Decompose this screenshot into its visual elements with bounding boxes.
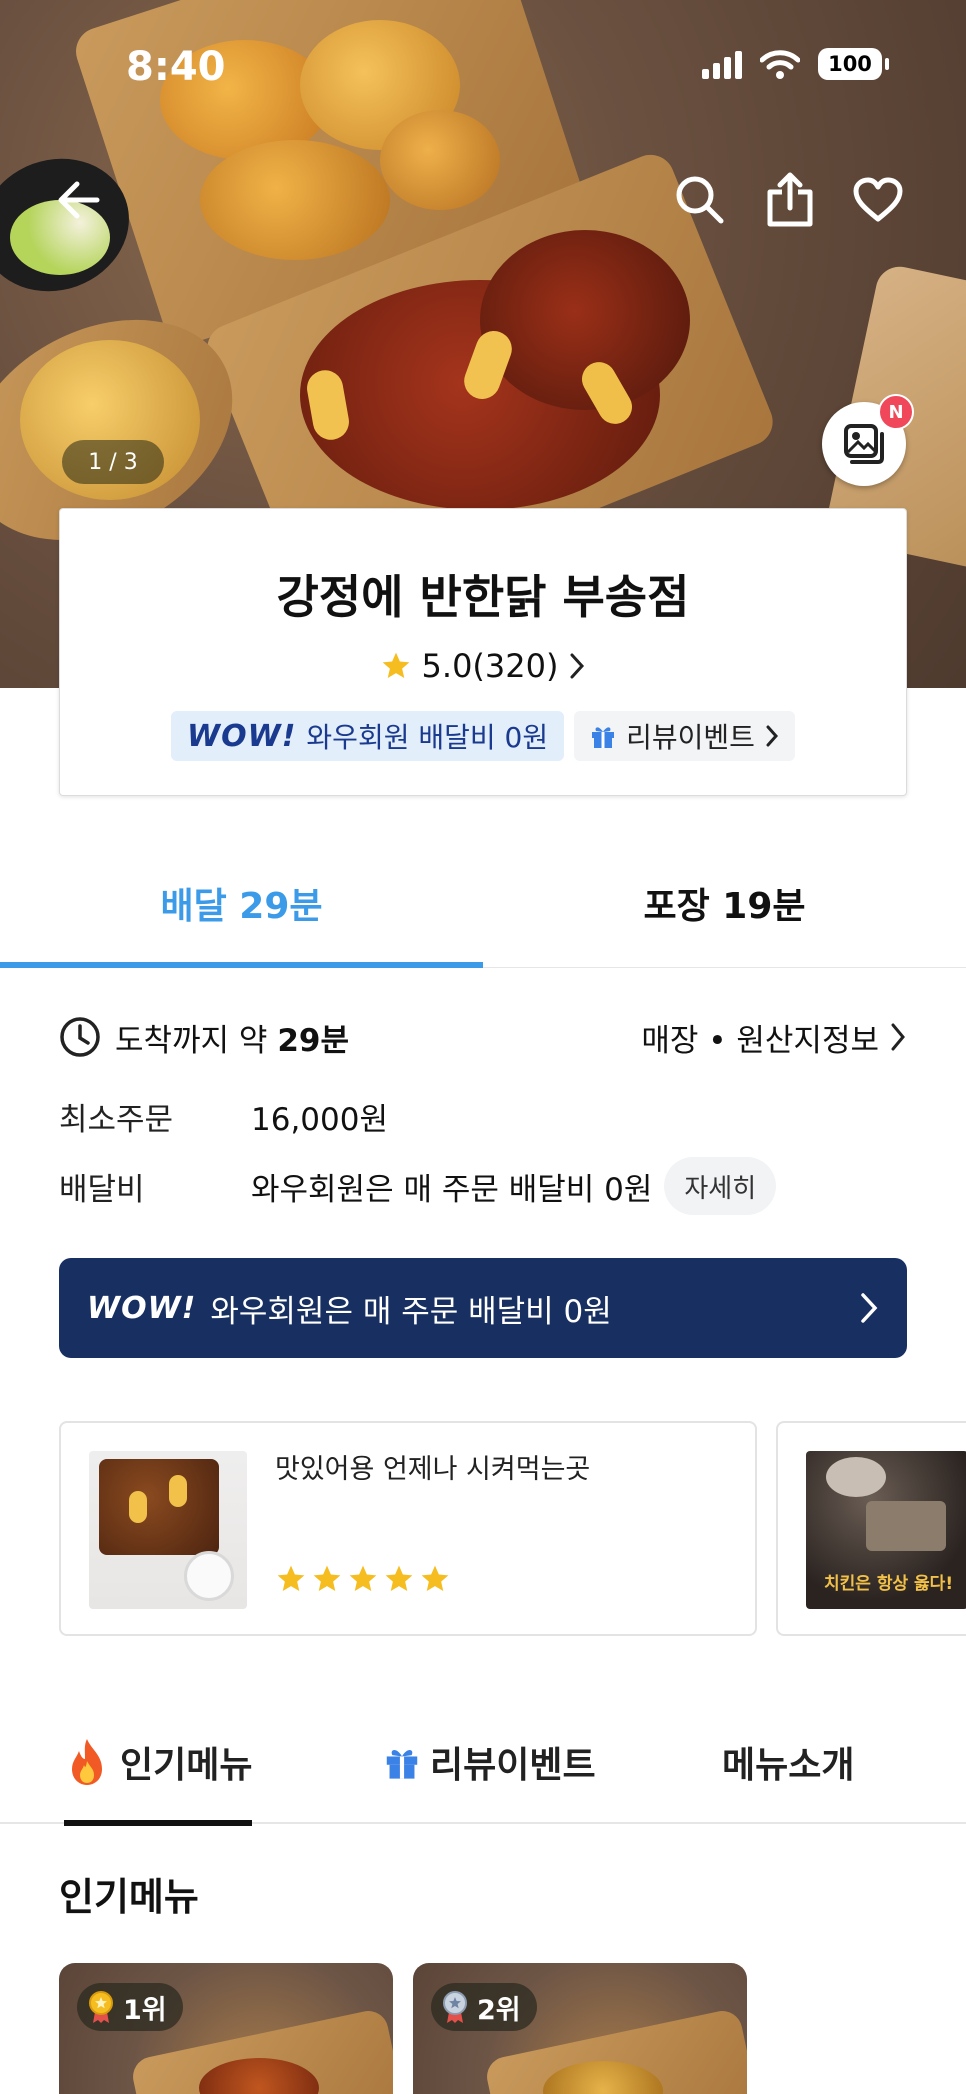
wow-logo: WOW! xyxy=(187,718,297,754)
star-icon xyxy=(349,1565,377,1591)
star-icon xyxy=(382,652,409,678)
photo-gallery-icon xyxy=(844,424,884,464)
wow-logo: WOW! xyxy=(87,1290,197,1326)
rank-label: 1위 xyxy=(123,1994,167,2026)
tab-pickup[interactable]: 포장 19분 xyxy=(483,838,966,967)
review-event-label: 리뷰이벤트 xyxy=(626,721,755,754)
back-button[interactable] xyxy=(50,172,106,228)
wow-badge-label: 와우회원 배달비 0원 xyxy=(306,721,549,754)
chevron-right-icon xyxy=(766,725,778,747)
chevron-right-icon xyxy=(891,1023,905,1051)
star-icon xyxy=(421,1565,449,1591)
delivery-info: 도착까지 약 29분 매장 • 원산지정보 최소주문 16,000원 배달비 와… xyxy=(59,1010,907,1218)
chevron-right-icon xyxy=(570,653,585,679)
delivery-fee-label: 배달비 xyxy=(59,1171,145,1208)
wifi-icon xyxy=(760,50,800,79)
fire-icon xyxy=(72,1739,102,1785)
search-icon xyxy=(676,176,724,224)
gold-medal-icon xyxy=(89,1991,113,2023)
delivery-fee-value: 와우회원은 매 주문 배달비 0원 xyxy=(251,1171,653,1208)
chevron-right-icon xyxy=(861,1293,878,1323)
heart-icon xyxy=(853,177,903,222)
review-event-badge[interactable]: 리뷰이벤트 xyxy=(574,711,795,761)
new-badge: N xyxy=(878,394,914,430)
min-order-value: 16,000원 xyxy=(251,1101,388,1138)
menu-section-tabs: 인기메뉴 리뷰이벤트 메뉴소개 xyxy=(0,1700,966,1826)
rank-badge: 2위 xyxy=(431,1983,537,2031)
tab-review-event[interactable]: 리뷰이벤트 xyxy=(384,1700,596,1824)
tab-popular-menu[interactable]: 인기메뉴 xyxy=(64,1700,253,1826)
battery-icon: 100 xyxy=(818,48,889,80)
tab-delivery[interactable]: 배달 29분 xyxy=(0,838,483,968)
review-count: (320) xyxy=(472,647,559,685)
review-photo xyxy=(89,1451,247,1609)
star-icon xyxy=(313,1565,341,1591)
review-star-rating xyxy=(275,1563,451,1595)
search-button[interactable] xyxy=(672,172,728,228)
silver-medal-icon xyxy=(443,1991,467,2023)
store-name: 강정에 반한닭 부송점 xyxy=(276,570,690,624)
favorite-button[interactable] xyxy=(850,172,906,228)
store-info-card: 강정에 반한닭 부송점 5.0(320) WOW! 와우회원 배달비 0원 리뷰… xyxy=(59,508,907,796)
menu-item-card[interactable]: 2위 xyxy=(413,1963,747,2094)
arrival-prefix: 도착까지 약 xyxy=(115,1022,278,1059)
min-order-label: 최소주문 xyxy=(59,1101,174,1138)
fried-chicken xyxy=(200,140,390,260)
photo-counter: 1 / 3 xyxy=(62,440,164,484)
tab-review-event-label: 리뷰이벤트 xyxy=(430,1745,596,1786)
review-card[interactable]: 맛있어용 언제나 시켜먹는곳 xyxy=(59,1421,757,1636)
status-time: 8:40 xyxy=(126,44,226,90)
tab-menu-intro[interactable]: 메뉴소개 xyxy=(722,1700,854,1824)
delivery-mode-tabs: 배달 29분 포장 19분 xyxy=(0,838,966,968)
review-photo-caption: 치킨은 항상 옳다! xyxy=(824,1574,954,1594)
wow-free-delivery-badge[interactable]: WOW! 와우회원 배달비 0원 xyxy=(171,711,565,761)
delivery-fee-detail-button[interactable]: 자세히 xyxy=(664,1157,777,1215)
rank-label: 2위 xyxy=(477,1994,521,2026)
gift-icon xyxy=(592,727,615,748)
tab-menu-intro-label: 메뉴소개 xyxy=(722,1745,855,1786)
share-button[interactable] xyxy=(762,172,818,228)
review-text: 맛있어용 언제나 시켜먹는곳 xyxy=(275,1454,591,1485)
tab-popular-menu-label: 인기메뉴 xyxy=(120,1745,253,1786)
gift-icon xyxy=(386,1750,418,1779)
share-icon xyxy=(767,172,813,227)
menu-item-card[interactable]: 1위 xyxy=(59,1963,393,2094)
store-origin-info-label: 매장 • 원산지정보 xyxy=(641,1022,879,1059)
back-arrow-icon xyxy=(58,181,100,219)
photo-gallery-button[interactable]: N xyxy=(822,394,914,486)
review-card[interactable]: 치킨은 항상 옳다! xyxy=(776,1421,966,1636)
rating-value: 5.0 xyxy=(421,647,473,685)
wow-banner-text: 와우회원은 매 주문 배달비 0원 xyxy=(210,1293,612,1330)
arrival-time: 29분 xyxy=(277,1022,349,1059)
cellular-signal-icon xyxy=(702,49,742,79)
rank-badge: 1위 xyxy=(77,1983,183,2031)
store-origin-info-link[interactable]: 매장 • 원산지정보 xyxy=(641,1015,907,1060)
star-icon xyxy=(385,1565,413,1591)
rating-link[interactable]: 5.0(320) xyxy=(60,647,906,685)
star-icon xyxy=(277,1565,305,1591)
clock-icon xyxy=(60,1017,100,1057)
popular-menu-heading: 인기메뉴 xyxy=(59,1875,199,1919)
review-photo: 치킨은 항상 옳다! xyxy=(806,1451,966,1609)
wow-membership-banner[interactable]: WOW! 와우회원은 매 주문 배달비 0원 xyxy=(59,1258,907,1358)
status-bar: 8:40 100 xyxy=(0,0,966,140)
